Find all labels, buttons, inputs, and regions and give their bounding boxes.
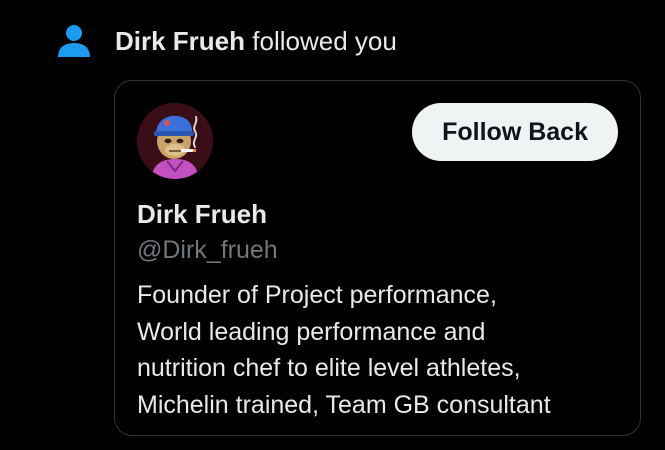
bio-line: Founder of Project performance, <box>137 281 497 309</box>
person-icon <box>58 25 90 57</box>
user-handle[interactable]: @Dirk_frueh <box>137 234 278 266</box>
actor-name[interactable]: Dirk Frueh <box>115 26 245 56</box>
follow-back-button[interactable]: Follow Back <box>412 103 618 161</box>
bio-line: World leading performance and <box>137 317 486 346</box>
bio-line: nutrition chef to elite level athletes, <box>137 354 521 382</box>
follow-notification[interactable]: Dirk Frueh followed you Follow Back Dirk… <box>0 0 665 450</box>
user-card[interactable]: Follow Back Dirk Frueh @Dirk_frueh Found… <box>114 80 641 436</box>
avatar[interactable] <box>137 103 213 179</box>
bio-line: Michelin trained, Team GB consultant <box>137 390 551 419</box>
notification-headline: Dirk Frueh followed you <box>115 25 397 57</box>
action-text: followed you <box>245 26 397 56</box>
user-bio: Founder of Project performance, World le… <box>137 277 632 423</box>
avatar-ape-icon <box>137 103 213 179</box>
display-name[interactable]: Dirk Frueh <box>137 198 267 230</box>
